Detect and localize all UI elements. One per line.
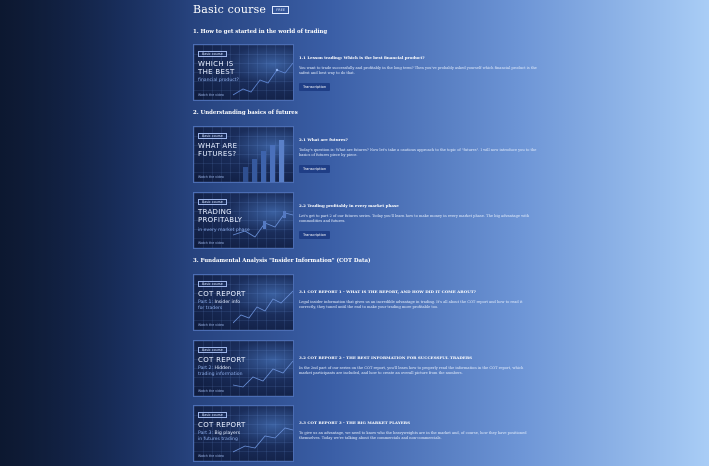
background-shade: [0, 0, 190, 466]
thumbnail-tag: Basic course: [198, 281, 227, 287]
lesson-title[interactable]: 3.1 COT REPORT 1 - WHAT IS THE REPORT, A…: [299, 289, 476, 294]
thumbnail-part: Part 2:: [198, 366, 213, 371]
thumbnail-subtitle: in every market phase: [198, 228, 250, 233]
watch-video-link[interactable]: Watch the video: [198, 454, 224, 458]
thumbnail-tag: Basic course: [198, 133, 227, 139]
lesson-description: To give us an advantage, we need to know…: [299, 431, 527, 441]
lesson-card: Basic course WHAT ARE FUTURES? Watch the…: [193, 126, 538, 184]
lesson-card: Basic course COT REPORT Part 2: Hidden t…: [193, 340, 538, 398]
section-title-3: 3. Fundamental Analysis "Insider Informa…: [193, 258, 371, 264]
lesson-title[interactable]: 3.2 COT REPORT 2 - THE BEST INFORMATION …: [299, 355, 472, 360]
watch-video-link[interactable]: Watch the video: [198, 241, 224, 245]
lesson-description: Legal insider information that gives us …: [299, 300, 523, 310]
lesson-thumbnail[interactable]: Basic course TRADING PROFITABLY in every…: [193, 192, 294, 249]
lesson-thumbnail[interactable]: Basic course COT REPORT Part 2: Hidden t…: [193, 340, 294, 397]
thumbnail-highlight: Hidden: [214, 366, 231, 371]
thumbnail-subtitle: in futures trading: [198, 436, 238, 442]
thumbnail-subtitle-line: Part 3: Big players in futures trading: [198, 431, 240, 442]
lesson-thumbnail[interactable]: Basic course COT REPORT Part 1: Insider …: [193, 274, 294, 331]
lesson-description: In the 2nd part of our series on the COT…: [299, 366, 524, 376]
thumbnail-part: Part 3:: [198, 431, 213, 436]
thumbnail-title: TRADING PROFITABLY: [198, 208, 243, 224]
watch-video-link[interactable]: Watch the video: [198, 389, 224, 393]
thumbnail-highlight: Insider info: [214, 300, 241, 305]
thumbnail-subtitle: trading information: [198, 371, 243, 377]
lesson-title[interactable]: 2.1 What are futures?: [299, 137, 348, 142]
page-title: Basic course: [193, 3, 267, 16]
free-badge: FREE: [272, 5, 290, 14]
watch-video-link[interactable]: Watch the video: [198, 175, 224, 179]
section-title-1: 1. How to get started in the world of tr…: [193, 29, 328, 35]
thumbnail-subtitle: financial product?: [198, 78, 239, 83]
thumbnail-title: WHAT ARE FUTURES?: [198, 142, 238, 158]
lesson-description: Today's question is: What are futures? N…: [299, 148, 537, 158]
watch-video-link[interactable]: Watch the video: [198, 323, 224, 327]
lesson-card: Basic course COT REPORT Part 1: Insider …: [193, 274, 538, 332]
thumbnail-title: COT REPORT: [198, 421, 246, 429]
watch-video-link[interactable]: Watch the video: [198, 93, 224, 97]
thumbnail-highlight: Big players: [214, 431, 241, 436]
lesson-title[interactable]: 2.2 Trading profitably in every market p…: [299, 203, 399, 208]
lesson-description: You want to trade successfully and profi…: [299, 66, 537, 76]
lesson-card: Basic course TRADING PROFITABLY in every…: [193, 192, 538, 250]
thumbnail-subtitle: for traders: [198, 305, 223, 311]
section-title-2: 2. Understanding basics of futures: [193, 110, 298, 116]
transcription-button[interactable]: Transcription: [299, 165, 331, 173]
thumbnail-tag: Basic course: [198, 199, 227, 205]
lesson-title[interactable]: 3.3 COT REPORT 3 - THE BIG MARKET PLAYER…: [299, 420, 410, 425]
thumbnail-part: Part 1:: [198, 300, 213, 305]
thumbnail-title: WHICH IS THE BEST: [198, 60, 235, 76]
thumbnail-title: COT REPORT: [198, 290, 246, 298]
thumbnail-tag: Basic course: [198, 412, 227, 418]
transcription-button[interactable]: Transcription: [299, 231, 331, 239]
lesson-card: Basic course WHICH IS THE BEST financial…: [193, 44, 538, 102]
thumbnail-tag: Basic course: [198, 51, 227, 57]
thumbnail-subtitle-line: Part 1: Insider info for traders: [198, 300, 240, 311]
page-header: Basic course FREE: [193, 3, 290, 16]
lesson-description: Let's get to part 2 of our futures serie…: [299, 214, 530, 224]
lesson-thumbnail[interactable]: Basic course COT REPORT Part 3: Big play…: [193, 405, 294, 462]
thumbnail-tag: Basic course: [198, 347, 227, 353]
lesson-thumbnail[interactable]: Basic course WHICH IS THE BEST financial…: [193, 44, 294, 101]
lesson-title[interactable]: 1.1 Lesson trading: Which is the best fi…: [299, 55, 425, 60]
thumbnail-subtitle-line: Part 2: Hidden trading information: [198, 366, 243, 377]
transcription-button[interactable]: Transcription: [299, 83, 331, 91]
lesson-thumbnail[interactable]: Basic course WHAT ARE FUTURES? Watch the…: [193, 126, 294, 183]
thumbnail-title: COT REPORT: [198, 356, 246, 364]
lesson-card: Basic course COT REPORT Part 3: Big play…: [193, 405, 538, 463]
